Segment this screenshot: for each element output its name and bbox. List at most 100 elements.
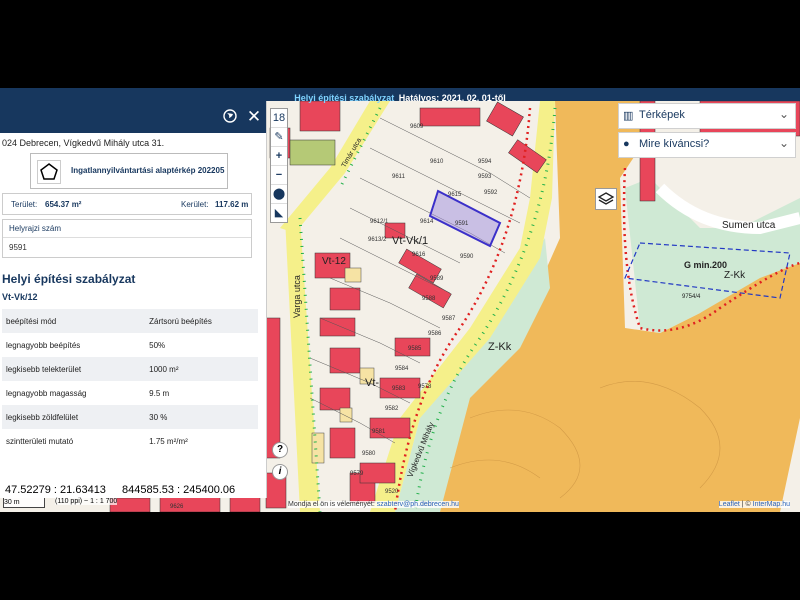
parcel-number-value: 9591 <box>9 243 27 252</box>
feedback-email-link[interactable]: szabterv@ph.debrecen.hu <box>377 501 459 508</box>
rule-key: legkisebb zöldfelület <box>2 405 140 429</box>
attrib-separator: | © <box>739 501 753 508</box>
parcel-number-label: 9582 <box>385 406 399 412</box>
regulation-zone-code: Vt-Vk/12 <box>2 292 38 302</box>
table-row: legkisebb zöldfelület 30 % <box>2 405 258 429</box>
search-dropdown-label: Mire kíváncsi? <box>639 138 710 150</box>
zoom-out-button[interactable]: − <box>271 166 287 185</box>
parcel-number-label: 9585 <box>408 346 422 352</box>
globe-icon[interactable] <box>222 109 238 125</box>
scale-bar: 30 m <box>3 498 45 508</box>
rule-value: Zártsorú beépítés <box>139 309 258 333</box>
parcel-number-label: 9593 <box>478 174 492 180</box>
help-button[interactable]: ? <box>272 442 288 458</box>
header-valid: Hatályos: 2021. 02. 01-től <box>398 93 506 103</box>
info-button[interactable]: i <box>272 464 288 480</box>
info-panel: ✕ 024 Debrecen, Víg​kedvű Mihály utca 31… <box>0 101 267 498</box>
maps-dropdown-label: Térképek <box>639 109 685 121</box>
parcel-number-label: 9589 <box>430 276 444 282</box>
map-label-varga: Varga utca <box>292 275 302 318</box>
layers-button[interactable] <box>595 188 617 210</box>
rule-value: 30 % <box>139 405 258 429</box>
map-label-sumen: Sumen utca <box>722 220 776 231</box>
close-icon[interactable]: ✕ <box>246 108 262 125</box>
perimeter-value: 117.62 m <box>215 200 249 209</box>
parcel-number-label: 9613/2 <box>368 237 387 243</box>
header-title: Helyi építési szabályzat <box>294 93 395 103</box>
map-application: Timár utca Varga utca Vígkedvű Mihály Su… <box>0 88 800 512</box>
table-row: szintterületi mutató 1.75 m²/m² <box>2 429 258 453</box>
rule-key: legnagyobb beépítés <box>6 340 81 350</box>
parcel-number-label: 9579 <box>350 471 364 477</box>
maps-dropdown[interactable]: ▥ Térképek ⌄ <box>618 103 796 129</box>
parcel-number-label: 9584 <box>395 366 409 372</box>
regulation-title: Helyi építési szabályzat <box>2 272 136 286</box>
ruler-icon[interactable]: ◣ <box>271 204 287 222</box>
table-row: beépítési mód Zártsorú beépítés <box>2 309 258 333</box>
parcel-number-label: 9591 <box>455 221 469 227</box>
parcel-number-box: Helyrajzi szám 9591 <box>2 219 252 258</box>
parcel-number-label: 9612/1 <box>370 219 389 225</box>
area-value: 654.37 m² <box>45 200 82 209</box>
rule-key: beépítési mód <box>2 309 140 333</box>
pentagon-icon <box>37 160 61 184</box>
zoom-in-button[interactable]: + <box>271 147 287 166</box>
rule-value: 50% <box>149 340 166 350</box>
panel-header: ✕ <box>0 101 266 133</box>
parcel-number-label: 9594 <box>478 159 492 165</box>
map-label-zone-vt12: Vt-12 <box>322 256 346 267</box>
map-label-zone-vt: Vt-Vk/1 <box>392 235 428 247</box>
map-label-road-code: 9754/4 <box>682 294 701 300</box>
parcel-number-label: 9588 <box>422 296 436 302</box>
rule-key: legkisebb telekterület <box>2 357 140 381</box>
layers-icon <box>597 192 615 205</box>
parcel-number-label: 9580 <box>362 451 376 457</box>
map-label-zone-vt2: Vt- <box>365 377 379 389</box>
map-label-zkk: Z-Kk <box>488 341 512 353</box>
header-bar: Helyi építési szabályzat Hatályos: 2021.… <box>0 88 800 103</box>
rule-value: 1.75 m²/m² <box>149 436 188 446</box>
parcel-number-label: 9615 <box>448 192 462 198</box>
area-box: Terület: 654.37 m² Kerület: 117.62 m <box>2 193 252 215</box>
measure-icon[interactable]: ✎ <box>271 128 287 147</box>
table-row: legnagyobb magasság 9.5 m <box>2 381 258 405</box>
area-label: Terület: <box>11 200 38 209</box>
map-toolbar: 18 ✎ + − ⬤ ◣ <box>270 108 288 223</box>
table-row: legkisebb telekterület 1000 m² <box>2 357 258 381</box>
parcel-number-label: 9578 <box>418 384 432 390</box>
intermap-link[interactable]: InterMap.hu <box>753 501 790 508</box>
parcel-number-label: 9590 <box>460 254 474 260</box>
parcel-number-label: 9611 <box>392 174 406 180</box>
parcel-number-label: 9626 <box>170 504 184 510</box>
leaflet-link[interactable]: Leaflet <box>719 501 740 508</box>
feedback-prefix: Mondja el ön is véleményét: <box>288 501 377 508</box>
map-label-zkk2: Z-Kk <box>724 270 746 281</box>
coordinates-readout: 47.52279 : 21.63413 <box>3 484 108 496</box>
chevron-down-icon: ⌄ <box>778 107 789 121</box>
location-pin-icon[interactable]: ⬤ <box>271 185 287 204</box>
map-label-gmin: G min.200 <box>684 260 727 270</box>
parcel-address: 024 Debrecen, Víg​kedvű Mihály utca 31. <box>2 138 165 148</box>
parcel-number-label: 9614 <box>420 219 434 225</box>
rule-value: 1000 m² <box>139 357 258 381</box>
scale-ratio: (110 ppi) ~ 1 : 1 700 <box>55 498 118 505</box>
perimeter-label: Kerület: <box>181 200 209 209</box>
map-icon: ▥ <box>623 110 634 122</box>
projected-coordinates-readout: 844585.53 : 245400.06 <box>120 484 238 496</box>
parcel-number-label: 9609 <box>410 124 424 130</box>
attribution: Leaflet | © InterMap.hu <box>718 501 790 508</box>
parcel-number-label: 9616 <box>412 252 426 258</box>
basemap-switch-button[interactable]: Ingatlannyilvántartási alaptérkép 202205 <box>30 153 228 189</box>
parcel-number-label: 9581 <box>372 429 386 435</box>
basemap-label: Ingatlannyilvántartási alaptérkép 202205 <box>71 166 225 175</box>
parcel-number-header: Helyrajzi szám <box>3 220 251 238</box>
table-row: legnagyobb beépítés 50% <box>2 333 258 357</box>
parcel-number-label: 9610 <box>430 159 444 165</box>
chevron-down-icon: ⌄ <box>778 136 789 150</box>
zoom-level: 18 <box>271 109 287 128</box>
parcel-number-label: 9583 <box>392 386 406 392</box>
parcel-number-label: 9592 <box>484 190 498 196</box>
parcel-number-label: 9587 <box>442 316 456 322</box>
parcel-number-label: 9520 <box>385 489 399 495</box>
search-dropdown[interactable]: ● Mire kíváncsi? ⌄ <box>618 132 796 158</box>
